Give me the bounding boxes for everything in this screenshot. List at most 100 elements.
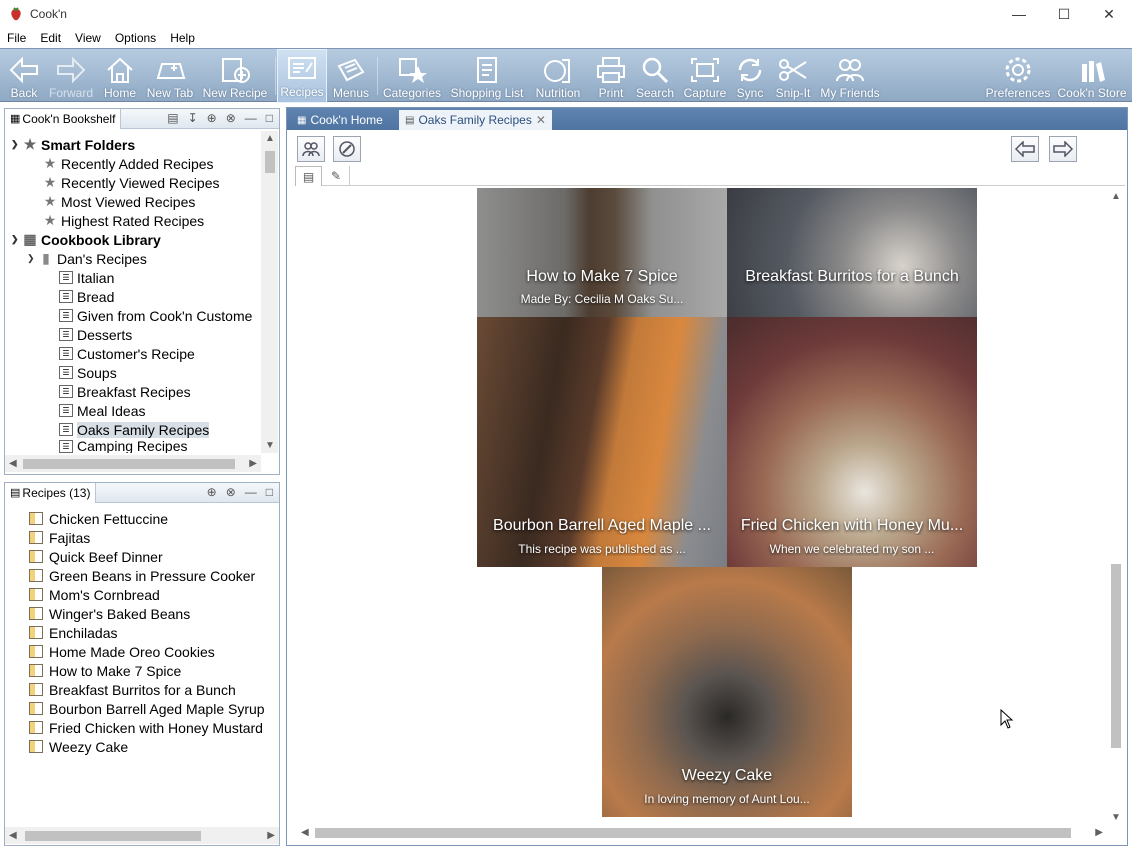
group-view-button[interactable] [297, 136, 325, 162]
close-tab-icon[interactable]: ✕ [536, 113, 546, 127]
add-icon[interactable]: ⊕ [207, 111, 217, 125]
recipe-list-item[interactable]: Fried Chicken with Honey Mustard [29, 718, 263, 737]
new-tab-button[interactable]: New Tab [145, 49, 195, 103]
tree-cookbook-dans-recipes[interactable]: ❯ ▮ Dan's Recipes [27, 249, 147, 268]
recipe-card[interactable]: Fried Chicken with Honey Mu... When we c… [727, 317, 977, 567]
recipe-list-item[interactable]: Weezy Cake [29, 737, 128, 756]
star-icon: ★ [43, 212, 57, 228]
tree-chapter[interactable]: ☰ Bread [59, 287, 114, 306]
add-icon[interactable]: ⊕ [207, 485, 217, 499]
forward-arrow-icon [57, 56, 86, 84]
print-button[interactable]: Print [592, 49, 630, 103]
recipe-list-item[interactable]: Bourbon Barrell Aged Maple Syrup [29, 699, 279, 718]
preferences-button[interactable]: Preferences [984, 49, 1052, 103]
edit-mode-tab[interactable]: ✎ [323, 166, 350, 186]
tree-chapter[interactable]: ☰ Desserts [59, 325, 132, 344]
back-button[interactable]: Back [4, 49, 44, 103]
recipe-list-item[interactable]: Green Beans in Pressure Cooker [29, 566, 255, 585]
chapter-icon: ☰ [59, 309, 73, 322]
tab-cookn-home[interactable]: ▦ Cook'n Home [291, 110, 389, 130]
recipe-list-item[interactable]: Fajitas [29, 528, 90, 547]
recipe-list-item[interactable]: Enchiladas [29, 623, 118, 642]
menu-view[interactable]: View [68, 31, 108, 45]
remove-icon[interactable]: ⊗ [226, 485, 236, 499]
tree-cookbook-library[interactable]: ❯ ▦ Cookbook Library [11, 230, 161, 249]
bookshelf-panel: ▦ Cook'n Bookshelf ▤ ↧ ⊕ ⊗ — □ ❯ ★ Smart… [4, 108, 280, 475]
tree-chapter[interactable]: ☰ Meal Ideas [59, 401, 145, 420]
recipe-card[interactable]: Breakfast Burritos for a Bunch [727, 188, 977, 317]
tree-item-recently-viewed[interactable]: ★ Recently Viewed Recipes [43, 173, 220, 192]
open-book-icon[interactable]: ▤ [167, 111, 178, 125]
recipe-list-item[interactable]: Quick Beef Dinner [29, 547, 163, 566]
tab-bookshelf[interactable]: ▦ Cook'n Bookshelf [5, 108, 122, 129]
menu-options[interactable]: Options [108, 31, 163, 45]
minimize-panel-icon[interactable]: — [245, 485, 257, 499]
maximize-panel-icon[interactable]: □ [266, 485, 273, 499]
cookn-store-button[interactable]: Cook'n Store [1056, 49, 1128, 103]
tree-chapter[interactable]: ☰ Camping Recipes [59, 439, 188, 453]
recipe-list-item[interactable]: How to Make 7 Spice [29, 661, 181, 680]
menu-file[interactable]: File [0, 31, 33, 45]
next-button[interactable] [1049, 136, 1077, 162]
title-bar: Cook'n [0, 0, 1132, 28]
capture-button[interactable]: Capture [680, 49, 730, 103]
menu-help[interactable]: Help [163, 31, 202, 45]
forward-button[interactable]: Forward [46, 49, 96, 103]
nutrition-button[interactable]: Nutrition [530, 49, 586, 103]
tree-chapter[interactable]: ☰ Soups [59, 363, 117, 382]
categories-button[interactable]: Categories [382, 49, 442, 103]
recipe-card[interactable]: Weezy Cake In loving memory of Aunt Lou.… [602, 567, 852, 817]
content-hscroll[interactable]: ◀ ▶ [297, 824, 1107, 841]
new-recipe-button[interactable]: New Recipe [200, 49, 270, 103]
recipe-card[interactable]: How to Make 7 Spice Made By: Cecilia M O… [477, 188, 727, 317]
recipe-card-icon [29, 626, 43, 639]
maximize-panel-icon[interactable]: □ [266, 111, 273, 125]
maximize-icon[interactable]: ☐ [1041, 0, 1087, 28]
tab-recipes-list[interactable]: ▤ Recipes (13) [5, 482, 97, 503]
star-icon: ★ [43, 193, 57, 209]
tree-smart-folders[interactable]: ❯ ★ Smart Folders [11, 135, 135, 154]
menu-edit[interactable]: Edit [33, 31, 68, 45]
edit-chapter-button[interactable] [333, 136, 361, 162]
previous-button[interactable] [1011, 136, 1039, 162]
view-mode-tab[interactable]: ▤ [295, 166, 322, 186]
bookshelf-vscroll[interactable]: ▲ ▼ [261, 131, 278, 453]
chapter-icon: ☰ [59, 271, 73, 284]
chevron-down-icon[interactable]: ❯ [11, 234, 23, 245]
smart-folder-icon: ★ [23, 136, 37, 152]
home-button[interactable]: Home [100, 49, 140, 103]
bookshelf-hscroll[interactable]: ◀ ▶ [5, 455, 261, 472]
tab-oaks-family-recipes[interactable]: ▤ Oaks Family Recipes ✕ [399, 110, 552, 130]
tree-chapter[interactable]: ☰ Customer's Recipe [59, 344, 195, 363]
tree-item-most-viewed[interactable]: ★ Most Viewed Recipes [43, 192, 196, 211]
tree-chapter[interactable]: ☰ Breakfast Recipes [59, 382, 191, 401]
recipe-list-item[interactable]: Chicken Fettuccine [29, 509, 168, 528]
chevron-down-icon[interactable]: ❯ [27, 253, 39, 264]
minimize-icon[interactable]: — [996, 0, 1042, 28]
content-vscroll[interactable]: ▲ ▼ [1107, 188, 1124, 824]
my-friends-button[interactable]: My Friends [818, 49, 882, 103]
tree-item-recently-added[interactable]: ★ Recently Added Recipes [43, 154, 214, 173]
recipes-hscroll[interactable]: ◀ ▶ [5, 827, 279, 844]
download-icon[interactable]: ↧ [188, 111, 198, 125]
recipe-card[interactable]: Bourbon Barrell Aged Maple ... This reci… [477, 317, 727, 567]
chapter-icon: ☰ [59, 328, 73, 341]
snip-it-button[interactable]: Snip-It [772, 49, 814, 103]
menus-button[interactable]: Menus [329, 49, 373, 103]
recipe-list-item[interactable]: Breakfast Burritos for a Bunch [29, 680, 236, 699]
shopping-list-button[interactable]: Shopping List [447, 49, 527, 103]
recipe-list-item[interactable]: Mom's Cornbread [29, 585, 160, 604]
sync-button[interactable]: Sync [733, 49, 767, 103]
tree-chapter[interactable]: ☰ Given from Cook'n Custome [59, 306, 259, 325]
tree-chapter-selected[interactable]: ☰ Oaks Family Recipes [59, 420, 210, 439]
recipe-list-item[interactable]: Winger's Baked Beans [29, 604, 190, 623]
recipes-button[interactable]: Recipes [277, 49, 327, 103]
search-button[interactable]: Search [634, 49, 676, 103]
close-icon[interactable]: ✕ [1086, 0, 1132, 28]
minimize-panel-icon[interactable]: — [245, 111, 257, 125]
chevron-down-icon[interactable]: ❯ [11, 139, 23, 150]
tree-chapter[interactable]: ☰ Italian [59, 268, 114, 287]
tree-item-highest-rated[interactable]: ★ Highest Rated Recipes [43, 211, 204, 230]
recipe-list-item[interactable]: Home Made Oreo Cookies [29, 642, 215, 661]
remove-icon[interactable]: ⊗ [226, 111, 236, 125]
